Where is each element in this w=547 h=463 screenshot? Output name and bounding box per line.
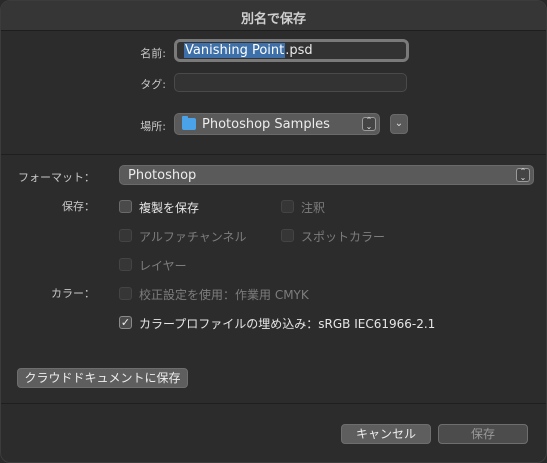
use-proof-setup-checkbox[interactable] [119,287,132,300]
layers-label: レイヤー [139,259,187,273]
folder-icon [182,116,196,130]
format-value: Photoshop [128,168,197,183]
format-label: フォーマット： [18,171,95,184]
spot-colors-checkbox[interactable] [281,229,294,242]
save-options-label: 保存： [62,200,95,213]
embed-color-profile-checkbox[interactable]: ✓ [119,316,132,329]
checkmark-icon: ✓ [120,316,131,329]
name-field[interactable]: Vanishing Point.psd [174,39,409,62]
save-button[interactable]: 保存 [438,424,528,444]
dialog-title: 別名で保存 [240,12,306,27]
spot-colors-label: スポットカラー [301,230,386,244]
format-popup[interactable]: Photoshop ⌃ ⌄ [119,165,534,185]
popup-stepper-icon: ⌃ ⌄ [516,168,530,182]
popup-stepper-icon: ⌃ ⌄ [362,117,376,131]
name-extension: .psd [285,43,313,58]
location-value: Photoshop Samples [202,117,330,132]
location-popup[interactable]: Photoshop Samples ⌃ ⌄ [174,113,380,135]
save-copy-label: 複製を保存 [139,201,200,215]
name-label: 名前: [140,47,166,60]
separator [1,403,546,404]
notes-checkbox[interactable] [281,200,294,213]
name-selected-text: Vanishing Point [184,43,286,58]
layers-checkbox[interactable] [119,258,132,271]
chevron-down-icon: ⌄ [394,118,404,129]
save-copy-checkbox[interactable] [119,200,132,213]
tags-field[interactable] [174,73,407,92]
tags-label: タグ: [140,78,166,91]
use-proof-setup-label: 校正設定を使用：作業用 CMYK [139,288,309,302]
title-bar: 別名で保存 [1,1,546,31]
notes-label: 注釈 [301,201,326,215]
location-label: 場所: [140,120,166,133]
alpha-channels-label: アルファチャンネル [139,230,247,244]
save-as-dialog: 別名で保存 名前: Vanishing Point.psd タグ: 場所: Ph… [0,0,547,463]
embed-color-profile-label: カラープロファイルの埋め込み：sRGB IEC61966-2.1 [139,317,436,331]
save-to-cloud-button[interactable]: クラウドドキュメントに保存 [17,368,188,388]
expand-browser-button[interactable]: ⌄ [390,114,408,134]
name-value: Vanishing Point.psd [184,43,313,58]
separator [1,154,546,155]
color-options-label: カラー： [51,287,95,300]
alpha-channels-checkbox[interactable] [119,229,132,242]
cancel-button[interactable]: キャンセル [341,424,431,444]
